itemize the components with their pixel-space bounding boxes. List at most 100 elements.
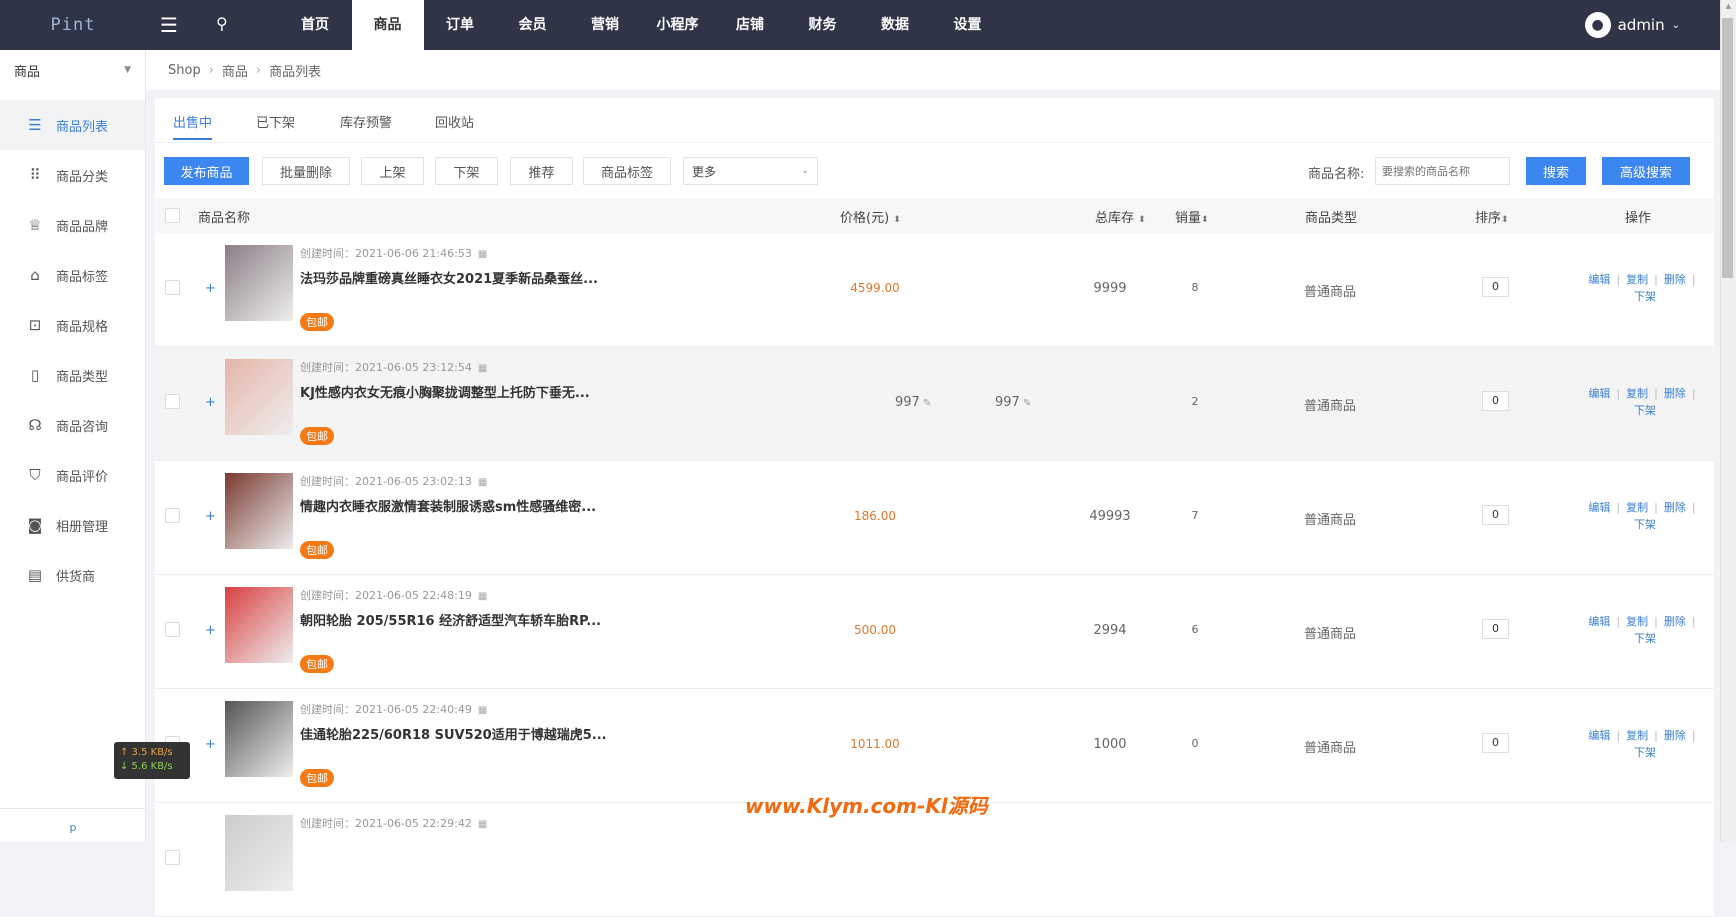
search-button[interactable]: 搜索 xyxy=(1526,157,1586,185)
sidebar-item[interactable]: ☰商品列表 xyxy=(0,100,145,150)
nav-item[interactable]: 营销 xyxy=(569,0,641,50)
breadcrumb-shop[interactable]: Shop xyxy=(168,63,201,78)
edit-icon[interactable]: ✎ xyxy=(1020,398,1032,409)
sidebar-item[interactable]: ▤供货商 xyxy=(0,550,145,600)
qrcode-icon[interactable]: ▦ xyxy=(478,363,487,374)
off-shelf-button[interactable]: 下架 xyxy=(435,157,498,185)
header-price[interactable]: 价格(元) ⬍ xyxy=(840,207,901,226)
edit-link[interactable]: 编辑 xyxy=(1588,615,1610,628)
batch-delete-button[interactable]: 批量删除 xyxy=(262,157,350,185)
more-select[interactable]: 更多⌄ xyxy=(683,157,818,185)
expand-icon[interactable]: + xyxy=(205,281,216,296)
tab-recycle-bin[interactable]: 回收站 xyxy=(435,112,474,140)
expand-icon[interactable]: + xyxy=(205,737,216,752)
breadcrumb-goods[interactable]: 商品 xyxy=(222,61,248,80)
delete-link[interactable]: 删除 xyxy=(1664,387,1686,400)
nav-item[interactable]: 订单 xyxy=(424,0,496,50)
off-shelf-link[interactable]: 下架 xyxy=(1634,632,1656,645)
expand-icon[interactable]: + xyxy=(205,395,216,410)
product-name[interactable]: 佳通轮胎225/60R18 SUV520适用于博越瑞虎5... xyxy=(300,724,607,743)
recommend-button[interactable]: 推荐 xyxy=(510,157,573,185)
product-name[interactable]: 情趣内衣睡衣服激情套装制服诱惑sm性感骚维密... xyxy=(300,496,596,515)
delete-link[interactable]: 删除 xyxy=(1664,501,1686,514)
delete-link[interactable]: 删除 xyxy=(1664,273,1686,286)
delete-link[interactable]: 删除 xyxy=(1664,729,1686,742)
copy-link[interactable]: 复制 xyxy=(1626,501,1648,514)
sidebar-item[interactable]: ◙相册管理 xyxy=(0,500,145,550)
nav-item[interactable]: 首页 xyxy=(279,0,351,50)
nav-item[interactable]: 财务 xyxy=(787,0,859,50)
search-input[interactable] xyxy=(1375,157,1510,185)
tags-button[interactable]: 商品标签 xyxy=(583,157,671,185)
row-checkbox[interactable] xyxy=(165,394,180,409)
header-stock[interactable]: 总库存 ⬍ xyxy=(1095,207,1146,226)
nav-item[interactable]: 商品 xyxy=(352,0,424,50)
price-edit[interactable]: 997 ✎ xyxy=(895,395,931,410)
tab-stock-warning[interactable]: 库存预警 xyxy=(340,112,392,140)
select-all-checkbox[interactable] xyxy=(165,208,180,223)
qrcode-icon[interactable]: ▦ xyxy=(478,819,487,830)
qrcode-icon[interactable]: ▦ xyxy=(478,249,487,260)
sort-input[interactable]: 0 xyxy=(1482,391,1509,411)
qrcode-icon[interactable]: ▦ xyxy=(478,705,487,716)
nav-item[interactable]: 数据 xyxy=(859,0,931,50)
qrcode-icon[interactable]: ▦ xyxy=(478,477,487,488)
tab-on-sale[interactable]: 出售中 xyxy=(173,112,212,140)
copy-link[interactable]: 复制 xyxy=(1626,729,1648,742)
search-icon[interactable]: ⚲ xyxy=(216,14,228,33)
sort-input[interactable]: 0 xyxy=(1482,505,1509,525)
nav-item[interactable]: 会员 xyxy=(497,0,569,50)
edit-link[interactable]: 编辑 xyxy=(1588,729,1610,742)
publish-button[interactable]: 发布商品 xyxy=(164,157,249,185)
nav-item[interactable]: 设置 xyxy=(932,0,1004,50)
nav-item[interactable]: 小程序 xyxy=(642,0,714,50)
off-shelf-link[interactable]: 下架 xyxy=(1634,746,1656,759)
sidebar-item[interactable]: ⌂商品标签 xyxy=(0,250,145,300)
user-menu[interactable]: ● admin ⌄ xyxy=(1585,0,1680,50)
edit-icon[interactable]: ✎ xyxy=(920,398,932,409)
on-shelf-button[interactable]: 上架 xyxy=(361,157,424,185)
scrollbar-thumb[interactable] xyxy=(1722,18,1733,278)
row-checkbox[interactable] xyxy=(165,280,180,295)
copy-link[interactable]: 复制 xyxy=(1626,615,1648,628)
expand-icon[interactable]: + xyxy=(205,623,216,638)
advanced-search-button[interactable]: 高级搜索 xyxy=(1602,157,1690,185)
product-name[interactable]: KJ性感内衣女无痕小胸聚拢调整型上托防下垂无... xyxy=(300,382,590,401)
sidebar-item[interactable]: ☊商品咨询 xyxy=(0,400,145,450)
off-shelf-link[interactable]: 下架 xyxy=(1634,290,1656,303)
row-checkbox[interactable] xyxy=(165,850,180,865)
header-sales[interactable]: 销量⬍ xyxy=(1175,207,1209,226)
off-shelf-link[interactable]: 下架 xyxy=(1634,518,1656,531)
product-thumbnail[interactable] xyxy=(225,245,293,321)
edit-link[interactable]: 编辑 xyxy=(1588,273,1610,286)
sidebar-item[interactable]: ⛉商品评价 xyxy=(0,450,145,500)
logo[interactable]: Pint xyxy=(0,0,146,50)
qrcode-icon[interactable]: ▦ xyxy=(478,591,487,602)
nav-item[interactable]: 店铺 xyxy=(714,0,786,50)
product-thumbnail[interactable] xyxy=(225,473,293,549)
sidebar-module-select[interactable]: 商品▼ xyxy=(0,50,145,90)
sort-input[interactable]: 0 xyxy=(1482,733,1509,753)
sidebar-item[interactable]: ⊡商品规格 xyxy=(0,300,145,350)
edit-link[interactable]: 编辑 xyxy=(1588,387,1610,400)
expand-icon[interactable]: + xyxy=(205,509,216,524)
product-thumbnail[interactable] xyxy=(225,587,293,663)
header-sort[interactable]: 排序⬍ xyxy=(1475,207,1509,226)
sort-input[interactable]: 0 xyxy=(1482,619,1509,639)
sidebar-item[interactable]: ⠿商品分类 xyxy=(0,150,145,200)
sidebar-item[interactable]: ♕商品品牌 xyxy=(0,200,145,250)
copy-link[interactable]: 复制 xyxy=(1626,273,1648,286)
row-checkbox[interactable] xyxy=(165,508,180,523)
menu-icon[interactable]: ☰ xyxy=(160,13,178,37)
sidebar-item[interactable]: ▯商品类型 xyxy=(0,350,145,400)
row-checkbox[interactable] xyxy=(165,622,180,637)
product-thumbnail[interactable] xyxy=(225,815,293,891)
sort-input[interactable]: 0 xyxy=(1482,277,1509,297)
product-thumbnail[interactable] xyxy=(225,359,293,435)
product-thumbnail[interactable] xyxy=(225,701,293,777)
product-name[interactable]: 朝阳轮胎 205/55R16 经济舒适型汽车轿车胎RP... xyxy=(300,610,601,629)
stock-edit[interactable]: 997 ✎ xyxy=(995,395,1031,410)
tab-off-shelf[interactable]: 已下架 xyxy=(256,112,295,140)
off-shelf-link[interactable]: 下架 xyxy=(1634,404,1656,417)
delete-link[interactable]: 删除 xyxy=(1664,615,1686,628)
